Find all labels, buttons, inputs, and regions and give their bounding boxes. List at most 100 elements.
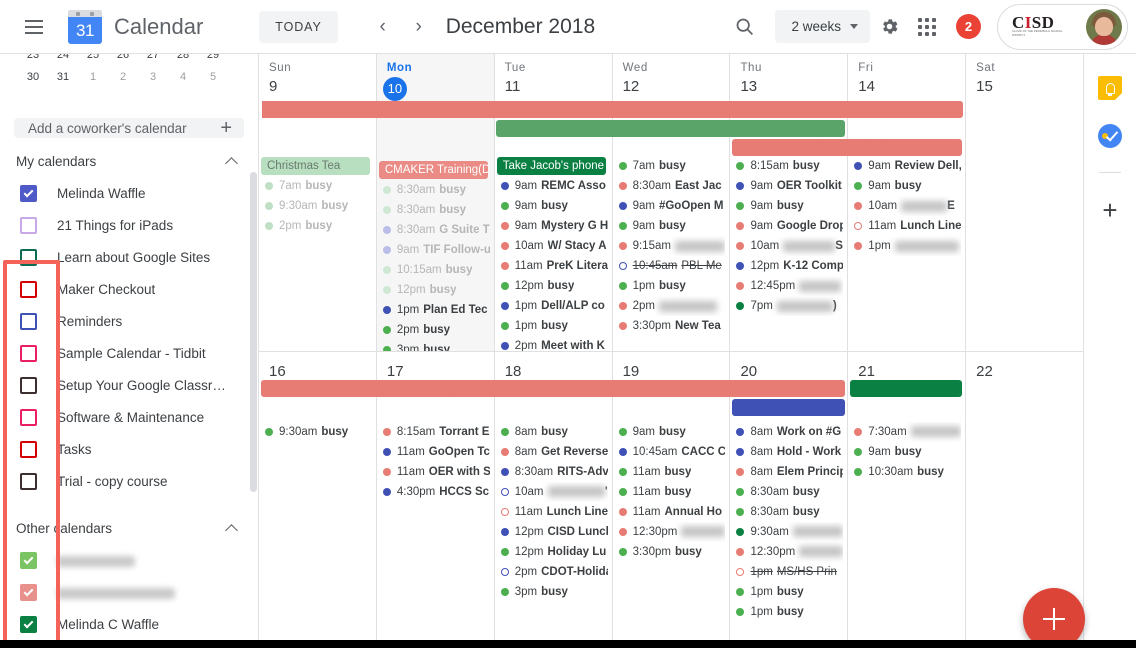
my-calendar-checkbox[interactable] xyxy=(20,281,37,298)
calendar-event[interactable]: 8amWork on #G xyxy=(732,422,843,442)
calendar-event[interactable]: 1pmDell/ALP co xyxy=(497,296,608,316)
calendar-event[interactable]: 8amElem Princip xyxy=(732,462,843,482)
calendar-event[interactable]: 9ambusy xyxy=(497,196,608,216)
create-event-fab[interactable] xyxy=(1023,588,1085,648)
calendar-event[interactable]: 8ambusy xyxy=(497,422,608,442)
multi-day-event-banner[interactable]: Osmos Genius Kit (QTY 2), Osmo Coding ( xyxy=(732,139,962,156)
day-number[interactable]: 15 xyxy=(976,77,993,97)
other-calendar-checkbox[interactable] xyxy=(20,616,37,633)
mini-calendar-day[interactable]: 26 xyxy=(108,54,138,66)
google-tasks-icon[interactable] xyxy=(1098,124,1122,148)
my-calendar-checkbox[interactable] xyxy=(20,313,37,330)
my-calendar-item[interactable]: Software & Maintenance xyxy=(0,401,258,433)
all-day-event-chip[interactable]: Take Jacob's phone xyxy=(497,157,606,175)
multi-day-event-banner[interactable]: busy xyxy=(496,120,844,137)
calendar-event[interactable]: 10amE xyxy=(850,196,961,216)
calendar-event[interactable]: 12pmCISD Lunch xyxy=(497,522,608,542)
today-button[interactable]: TODAY xyxy=(259,11,337,43)
day-number[interactable]: 17 xyxy=(387,362,404,382)
calendar-event[interactable]: 8:15ambusy xyxy=(732,156,843,176)
calendar-event[interactable]: 10am' xyxy=(497,482,608,502)
other-calendar-item[interactable] xyxy=(0,544,258,576)
day-number[interactable]: 16 xyxy=(269,362,286,382)
calendar-event[interactable]: 8:15amTorrant E xyxy=(379,422,490,442)
calendar-day-cell[interactable]: Fri149amReview Dell,9ambusy10amE11amLunc… xyxy=(847,54,965,351)
multi-day-event-banner[interactable]: Night of Champions xyxy=(850,380,963,397)
calendar-event[interactable]: 1pmMS/HS Prin xyxy=(732,562,843,582)
day-number[interactable]: 9 xyxy=(269,77,277,97)
calendar-event[interactable]: 11amAnnual Ho xyxy=(615,502,726,522)
avatar[interactable] xyxy=(1086,9,1122,45)
calendar-event[interactable]: 3pmbusy xyxy=(379,340,490,351)
mini-calendar-day[interactable]: 3 xyxy=(138,66,168,88)
mini-calendar-day[interactable]: 31 xyxy=(48,66,78,88)
calendar-event[interactable]: 8:30amG Suite T xyxy=(379,220,490,240)
calendar-event[interactable]: 11amPreK Litera xyxy=(497,256,608,276)
hamburger-menu-icon[interactable] xyxy=(14,7,54,47)
my-calendar-item[interactable]: Reminders xyxy=(0,305,258,337)
calendar-event[interactable]: 9:30ambusy xyxy=(261,196,372,216)
account-chip[interactable]: CISD CLOUD OF THE PENINSULA SCHOOL DISTR… xyxy=(997,4,1128,50)
notification-badge[interactable]: 2 xyxy=(956,14,981,39)
mini-calendar-day[interactable]: 1 xyxy=(78,66,108,88)
day-number[interactable]: 21 xyxy=(858,362,875,382)
calendar-event[interactable]: 9amTIF Follow-u xyxy=(379,240,490,260)
other-calendar-checkbox[interactable] xyxy=(20,584,37,601)
add-coworker-calendar-input[interactable]: Add a coworker's calendar + xyxy=(14,118,244,138)
calendar-event[interactable]: 9:30am xyxy=(732,522,843,542)
calendar-event[interactable]: 2pmMeet with K xyxy=(497,336,608,351)
calendar-event[interactable]: 9am#GoOpen M xyxy=(615,196,726,216)
calendar-event[interactable]: 9amOER Toolkit xyxy=(732,176,843,196)
calendar-event[interactable]: 12:30pm xyxy=(732,542,843,562)
day-number[interactable]: 19 xyxy=(623,362,640,382)
calendar-event[interactable]: 12:45pm xyxy=(732,276,843,296)
calendar-event[interactable]: 9amREMC Asso xyxy=(497,176,608,196)
previous-period-button[interactable]: ‹ xyxy=(366,10,400,44)
calendar-event[interactable]: 8:30ambusy xyxy=(732,502,843,522)
my-calendar-item[interactable]: Trial - copy course xyxy=(0,465,258,497)
my-calendar-item[interactable]: Setup Your Google Classr… xyxy=(0,369,258,401)
calendar-event[interactable]: 9:15am xyxy=(615,236,726,256)
calendar-event[interactable]: 10:15ambusy xyxy=(379,260,490,280)
calendar-event[interactable]: 3:30pmNew Tea xyxy=(615,316,726,336)
calendar-event[interactable]: 7:30am xyxy=(850,422,961,442)
calendar-event[interactable]: 9amMystery G H xyxy=(497,216,608,236)
my-calendar-checkbox[interactable] xyxy=(20,185,37,202)
my-calendar-checkbox[interactable] xyxy=(20,409,37,426)
view-selector-dropdown[interactable]: 2 weeks xyxy=(775,10,870,43)
calendar-event[interactable]: 2pm xyxy=(615,296,726,316)
my-calendar-checkbox[interactable] xyxy=(20,345,37,362)
other-calendar-item[interactable] xyxy=(0,576,258,608)
day-number[interactable]: 22 xyxy=(976,362,993,382)
mini-calendar-day[interactable]: 5 xyxy=(198,66,228,88)
day-number[interactable]: 11 xyxy=(505,77,521,97)
calendar-event[interactable]: 7ambusy xyxy=(615,156,726,176)
multi-day-event-banner[interactable]: MASA Notification xyxy=(732,399,845,416)
calendar-event[interactable]: 12pmK-12 Comp xyxy=(732,256,843,276)
my-calendar-item[interactable]: Sample Calendar - Tidbit xyxy=(0,337,258,369)
my-calendar-checkbox[interactable] xyxy=(20,377,37,394)
mini-calendar-day[interactable]: 28 xyxy=(168,54,198,66)
calendar-event[interactable]: 4:30pmHCCS Sc xyxy=(379,482,490,502)
plus-icon[interactable]: + xyxy=(220,118,232,138)
calendar-event[interactable]: 12pmbusy xyxy=(379,280,490,300)
mini-calendar-day[interactable]: 2 xyxy=(108,66,138,88)
calendar-event[interactable]: 10amS xyxy=(732,236,843,256)
calendar-event[interactable]: 11amLunch Line xyxy=(850,216,961,236)
my-calendar-checkbox[interactable] xyxy=(20,217,37,234)
other-calendars-header[interactable]: Other calendars xyxy=(0,505,258,544)
calendar-event[interactable]: 9ambusy xyxy=(850,442,961,462)
gear-icon[interactable] xyxy=(870,8,908,46)
calendar-event[interactable]: 1pmbusy xyxy=(732,582,843,602)
calendar-event[interactable]: 12:30pm xyxy=(615,522,726,542)
calendar-day-cell[interactable]: Sat15 xyxy=(965,54,1083,351)
calendar-event[interactable]: 1pmbusy xyxy=(497,316,608,336)
my-calendars-header[interactable]: My calendars xyxy=(0,138,258,177)
day-number[interactable]: 13 xyxy=(740,77,757,97)
mini-calendar-day[interactable]: 27 xyxy=(138,54,168,66)
calendar-event[interactable]: 2pmbusy xyxy=(379,320,490,340)
calendar-event[interactable]: 8amGet Reverse xyxy=(497,442,608,462)
mini-calendar-day[interactable]: 4 xyxy=(168,66,198,88)
my-calendar-item[interactable]: 21 Things for iPads xyxy=(0,209,258,241)
calendar-event[interactable]: 9ambusy xyxy=(615,216,726,236)
